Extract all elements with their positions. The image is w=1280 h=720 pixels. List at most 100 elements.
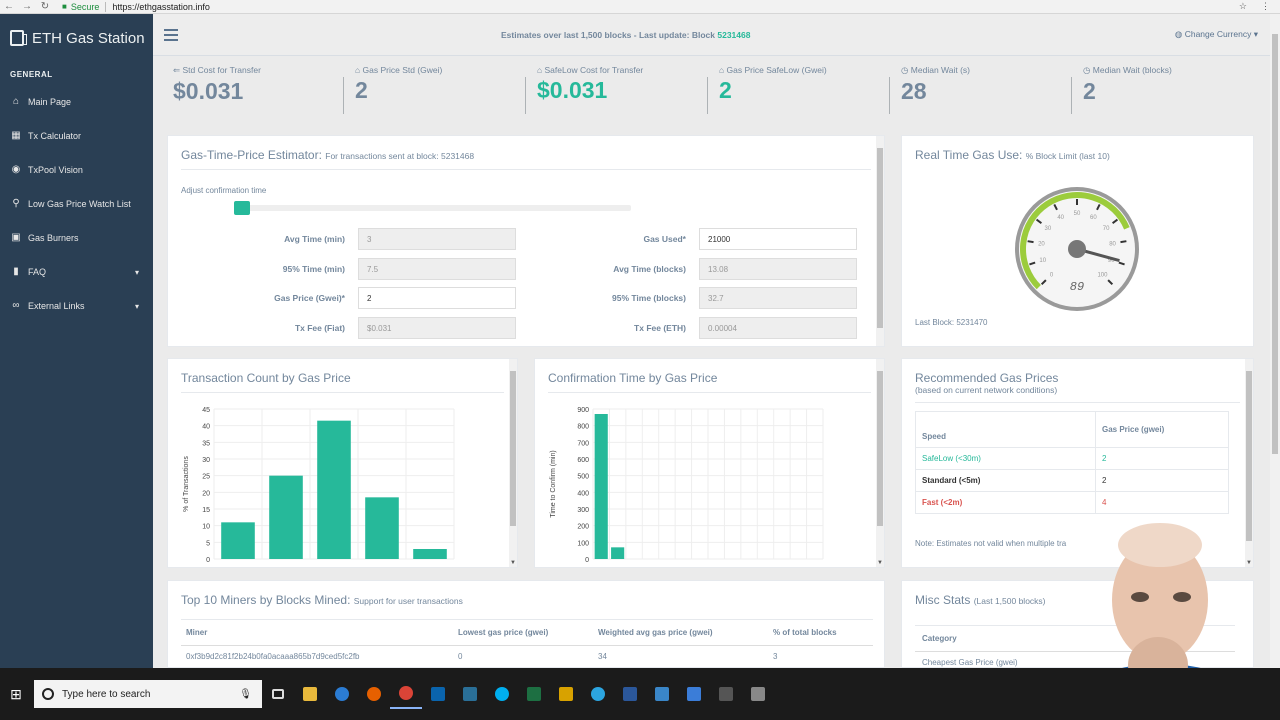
address-bar[interactable]: https://ethgasstation.info — [112, 2, 210, 12]
slider-handle[interactable] — [233, 201, 250, 215]
sidebar-item-label: FAQ — [28, 267, 47, 277]
change-currency-dropdown[interactable]: ◍ Change Currency ▾ — [1175, 29, 1258, 40]
y-tick-label: 900 — [577, 407, 589, 414]
gas-price-input[interactable]: 2 — [358, 287, 516, 309]
window-icon[interactable] — [742, 679, 774, 709]
scroll-thumb[interactable] — [510, 371, 516, 526]
windows-start-icon[interactable]: ⊞ — [0, 686, 32, 703]
col-miner: Miner — [181, 619, 453, 646]
reload-icon[interactable]: ↻ — [36, 1, 54, 12]
col-lowest-gas: Lowest gas price (gwei) — [453, 619, 593, 646]
file-explorer-icon[interactable] — [294, 679, 326, 709]
book-icon: ▮ — [13, 266, 19, 277]
sidebar-item-main-page[interactable]: ⌂ Main Page — [0, 85, 153, 119]
top-header: Estimates over last 1,500 blocks - Last … — [153, 14, 1270, 56]
panel-scrollbar[interactable] — [876, 136, 884, 346]
menu-toggle-icon[interactable] — [164, 26, 178, 44]
sidebar-item-gas-burners[interactable]: ▣ Gas Burners — [0, 221, 153, 255]
price-safelow: 2 — [1095, 447, 1229, 470]
gauge-tick-label: 100 — [1097, 272, 1108, 278]
bar — [269, 475, 303, 559]
sidebar-item-label: External Links — [28, 301, 85, 311]
task-view-icon[interactable] — [262, 679, 294, 709]
chevron-down-icon: ▾ — [134, 301, 139, 311]
back-icon[interactable]: ← — [0, 1, 18, 12]
tile-label: Median Wait (s) — [910, 65, 970, 75]
col-gas-price: Gas Price (gwei) — [1095, 411, 1229, 448]
sidebar-item-faq[interactable]: ▮ FAQ ▾ — [0, 255, 153, 289]
excel-icon[interactable] — [518, 679, 550, 709]
tile-divider — [525, 77, 526, 114]
panel-title: Real Time Gas Use: % Block Limit (last 1… — [902, 136, 1253, 162]
outlook-icon[interactable] — [422, 679, 454, 709]
scroll-thumb[interactable] — [877, 148, 883, 328]
chrome-icon[interactable] — [390, 679, 422, 709]
confirmation-time-slider[interactable] — [234, 205, 631, 211]
word-icon[interactable] — [614, 679, 646, 709]
folder-icon[interactable] — [550, 679, 582, 709]
bicycle-icon: ⚲ — [12, 198, 20, 209]
miners-panel: Top 10 Miners by Blocks Mined: Support f… — [167, 580, 885, 668]
section-label-general: GENERAL — [10, 70, 53, 79]
panel-scrollbar[interactable]: ▼ — [509, 359, 517, 567]
conf-time-title: Confirmation Time by Gas Price — [548, 371, 718, 385]
last-block-label: Last Block: 5231470 — [915, 318, 988, 327]
miner-address[interactable]: 0xf3b9d2c81f2b24b0fa0acaaa865b7d9ced5fc2… — [181, 646, 453, 668]
sidebar-item-low-gas-watch-list[interactable]: ⚲ Low Gas Price Watch List — [0, 187, 153, 221]
gas-gauge: 0102030405060708090100 89 — [1015, 187, 1139, 311]
divider — [105, 1, 107, 12]
gas-used-input[interactable]: 21000 — [699, 228, 857, 250]
price-standard: 2 — [1095, 469, 1229, 492]
y-tick-label: 45 — [202, 407, 210, 414]
sidebar-item-tx-calculator[interactable]: ▦ Tx Calculator — [0, 119, 153, 153]
sidebar-item-label: Main Page — [28, 97, 72, 107]
calculator-icon[interactable] — [710, 679, 742, 709]
menu-dots-icon[interactable]: ⋮ — [1261, 1, 1270, 12]
lock-icon: ■ — [62, 2, 67, 11]
panel-scrollbar[interactable]: ▼ — [876, 359, 884, 567]
eye-icon: ◉ — [11, 164, 21, 175]
header-block-link[interactable]: 5231468 — [717, 30, 750, 40]
y-tick-label: 20 — [202, 490, 210, 497]
bank-icon: ⌂ — [355, 65, 361, 75]
sidebar-item-external-links[interactable]: ∞ External Links ▾ — [0, 289, 153, 323]
taskbar-search[interactable]: Type here to search 🎙 — [34, 680, 262, 708]
miners-title: Top 10 Miners by Blocks Mined: — [181, 593, 351, 607]
car-icon: ▣ — [11, 232, 21, 243]
remote-desktop-icon[interactable] — [646, 679, 678, 709]
y-tick-label: 500 — [577, 474, 589, 481]
scroll-down-icon[interactable]: ▼ — [877, 560, 883, 566]
tile-label: SafeLow Cost for Transfer — [544, 65, 644, 75]
table-row: Standard (<5m) 2 — [915, 469, 1229, 492]
star-icon[interactable]: ☆ — [1239, 1, 1247, 12]
tx-fee-fiat-field: $0.031 — [358, 317, 516, 339]
panel-divider — [915, 402, 1240, 403]
tool-icon[interactable] — [678, 679, 710, 709]
change-currency-label: Change Currency — [1184, 29, 1252, 39]
page-scroll-thumb[interactable] — [1272, 34, 1278, 454]
conf-time-panel: Confirmation Time by Gas Price 0 100 200 30… — [534, 358, 885, 568]
app-icon[interactable] — [454, 679, 486, 709]
taskbar-search-placeholder: Type here to search — [62, 688, 151, 700]
firefox-icon[interactable] — [358, 679, 390, 709]
sidebar-item-txpool-vision[interactable]: ◉ TxPool Vision — [0, 153, 153, 187]
forward-icon[interactable]: → — [18, 1, 36, 12]
browser-toolbar: ← → ↻ ■ Secure https://ethgasstation.inf… — [0, 0, 1280, 14]
avg-time-min-field: 3 — [358, 228, 516, 250]
scroll-down-icon[interactable]: ▼ — [510, 560, 516, 566]
tile-std-cost: ⇐ Std Cost for Transfer $0.031 — [153, 57, 335, 127]
y-tick-label: 400 — [577, 490, 589, 497]
gauge-readout: 89 — [1070, 280, 1084, 294]
scroll-thumb[interactable] — [877, 371, 883, 526]
telegram-icon[interactable] — [582, 679, 614, 709]
microphone-icon[interactable]: 🎙 — [239, 689, 252, 700]
edge-icon[interactable] — [326, 679, 358, 709]
gauge-tick — [1120, 240, 1127, 244]
y-axis-label: % of Transactions — [183, 456, 190, 512]
tile-label: Gas Price SafeLow (Gwei) — [726, 65, 827, 75]
skype-icon[interactable] — [486, 679, 518, 709]
slider-label: Adjust confirmation time — [181, 186, 267, 195]
miner-lowest: 0 — [458, 652, 463, 661]
brand[interactable]: ETH Gas Station — [0, 14, 153, 62]
tile-label: Std Cost for Transfer — [182, 65, 261, 75]
